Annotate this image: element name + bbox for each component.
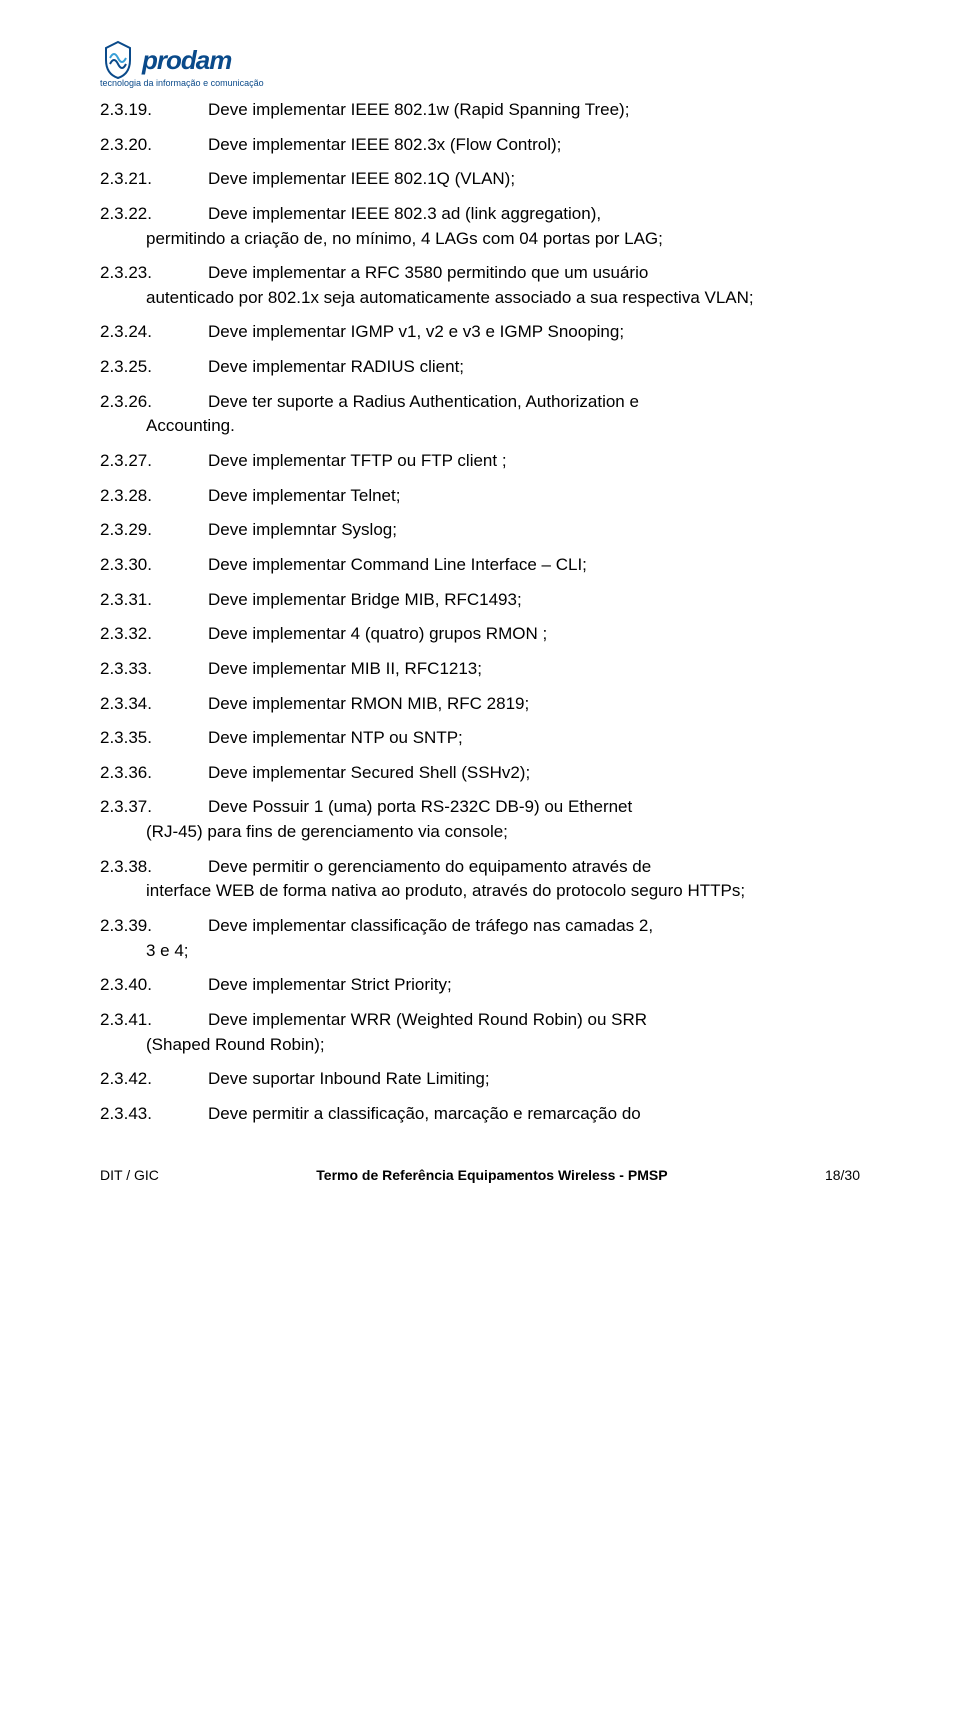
spec-text-cont: (Shaped Round Robin); [146,1033,860,1058]
spec-item: 2.3.31. Deve implementar Bridge MIB, RFC1… [100,588,860,613]
spec-item: 2.3.33. Deve implementar MIB II, RFC1213; [100,657,860,682]
spec-item: 2.3.29. Deve implemntar Syslog; [100,518,860,543]
spec-text: Deve implementar 4 (quatro) grupos RMON … [208,622,860,647]
spec-number: 2.3.21. [100,167,152,192]
spec-text-cont: permitindo a criação de, no mínimo, 4 LA… [146,227,860,252]
spec-number: 2.3.37. [100,795,152,820]
brand-logo: prodam tecnologia da informação e comuni… [100,40,860,88]
spec-item: 2.3.21. Deve implementar IEEE 802.1Q (VLA… [100,167,860,192]
footer-right: 18/30 [825,1167,860,1183]
spec-text-cont: Accounting. [146,414,860,439]
spec-text-lead: Deve ter suporte a Radius Authentication… [208,390,860,415]
spec-text-cont: interface WEB de forma nativa ao produto… [146,879,860,904]
spec-number: 2.3.22. [100,202,152,227]
spec-item: 2.3.25. Deve implementar RADIUS client; [100,355,860,380]
spec-item: 2.3.26. Deve ter suporte a Radius Authent… [100,390,860,439]
spec-item: 2.3.19. Deve implementar IEEE 802.1w (Rap… [100,98,860,123]
spec-text: Deve implementar IEEE 802.1Q (VLAN); [208,167,860,192]
spec-item: 2.3.22. Deve implementar IEEE 802.3 ad (l… [100,202,860,251]
spec-number: 2.3.36. [100,761,152,786]
spec-text: Deve implementar Command Line Interface … [208,553,860,578]
spec-text: Deve implementar NTP ou SNTP; [208,726,860,751]
spec-number: 2.3.25. [100,355,152,380]
spec-number: 2.3.24. [100,320,152,345]
page-footer: DIT / GIC Termo de Referência Equipament… [100,1167,860,1183]
spec-number: 2.3.28. [100,484,152,509]
spec-number: 2.3.38. [100,855,152,880]
spec-item: 2.3.28. Deve implementar Telnet; [100,484,860,509]
spec-text-lead: Deve Possuir 1 (uma) porta RS-232C DB-9)… [208,795,860,820]
spec-text: Deve suportar Inbound Rate Limiting; [208,1067,860,1092]
spec-text: Deve implementar Strict Priority; [208,973,860,998]
spec-text-cont: (RJ-45) para fins de gerenciamento via c… [146,820,860,845]
spec-item: 2.3.30. Deve implementar Command Line Int… [100,553,860,578]
spec-number: 2.3.32. [100,622,152,647]
spec-text: Deve implementar RADIUS client; [208,355,860,380]
spec-number: 2.3.42. [100,1067,152,1092]
spec-item: 2.3.24. Deve implementar IGMP v1, v2 e v3… [100,320,860,345]
spec-number: 2.3.34. [100,692,152,717]
spec-text: Deve implementar IGMP v1, v2 e v3 e IGMP… [208,320,860,345]
spec-text: Deve implementar TFTP ou FTP client ; [208,449,860,474]
spec-number: 2.3.39. [100,914,152,939]
spec-number: 2.3.30. [100,553,152,578]
spec-number: 2.3.19. [100,98,152,123]
spec-number: 2.3.33. [100,657,152,682]
spec-text: Deve implementar MIB II, RFC1213; [208,657,860,682]
spec-item: 2.3.43. Deve permitir a classificação, ma… [100,1102,860,1127]
spec-text: Deve implementar IEEE 802.1w (Rapid Span… [208,98,860,123]
spec-text-lead: Deve implementar a RFC 3580 permitindo q… [208,261,860,286]
spec-number: 2.3.43. [100,1102,152,1127]
spec-item: 2.3.32. Deve implementar 4 (quatro) grupo… [100,622,860,647]
spec-text: Deve permitir a classificação, marcação … [208,1102,860,1127]
brand-tagline: tecnologia da informação e comunicação [100,78,860,88]
spec-item: 2.3.39. Deve implementar classificação de… [100,914,860,963]
spec-number: 2.3.35. [100,726,152,751]
document-body: 2.3.19. Deve implementar IEEE 802.1w (Rap… [100,98,860,1127]
spec-item: 2.3.37. Deve Possuir 1 (uma) porta RS-232… [100,795,860,844]
spec-text-lead: Deve permitir o gerenciamento do equipam… [208,855,860,880]
spec-item: 2.3.41. Deve implementar WRR (Weighted Ro… [100,1008,860,1057]
spec-text: Deve implementar Secured Shell (SSHv2); [208,761,860,786]
prodam-logo-icon [100,40,136,80]
spec-item: 2.3.20. Deve implementar IEEE 802.3x (Flo… [100,133,860,158]
spec-text: Deve implementar RMON MIB, RFC 2819; [208,692,860,717]
spec-item: 2.3.38. Deve permitir o gerenciamento do … [100,855,860,904]
spec-number: 2.3.29. [100,518,152,543]
spec-item: 2.3.42. Deve suportar Inbound Rate Limiti… [100,1067,860,1092]
spec-item: 2.3.27. Deve implementar TFTP ou FTP clie… [100,449,860,474]
spec-text-lead: Deve implementar IEEE 802.3 ad (link agg… [208,202,860,227]
spec-text-lead: Deve implementar classificação de tráfeg… [208,914,860,939]
spec-item: 2.3.34. Deve implementar RMON MIB, RFC 28… [100,692,860,717]
spec-text: Deve implementar Bridge MIB, RFC1493; [208,588,860,613]
spec-item: 2.3.23. Deve implementar a RFC 3580 permi… [100,261,860,310]
spec-item: 2.3.36. Deve implementar Secured Shell (S… [100,761,860,786]
footer-left: DIT / GIC [100,1167,159,1183]
spec-text: Deve implementar IEEE 802.3x (Flow Contr… [208,133,860,158]
spec-item: 2.3.35. Deve implementar NTP ou SNTP; [100,726,860,751]
spec-text-cont: 3 e 4; [146,939,860,964]
brand-name: prodam [142,45,231,76]
spec-number: 2.3.27. [100,449,152,474]
footer-center: Termo de Referência Equipamentos Wireles… [316,1167,667,1183]
spec-text-lead: Deve implementar WRR (Weighted Round Rob… [208,1008,860,1033]
spec-text: Deve implemntar Syslog; [208,518,860,543]
spec-number: 2.3.41. [100,1008,152,1033]
spec-number: 2.3.20. [100,133,152,158]
spec-number: 2.3.23. [100,261,152,286]
spec-number: 2.3.31. [100,588,152,613]
spec-text: Deve implementar Telnet; [208,484,860,509]
spec-text-cont: autenticado por 802.1x seja automaticame… [146,286,860,311]
spec-number: 2.3.26. [100,390,152,415]
spec-item: 2.3.40. Deve implementar Strict Priority; [100,973,860,998]
spec-number: 2.3.40. [100,973,152,998]
